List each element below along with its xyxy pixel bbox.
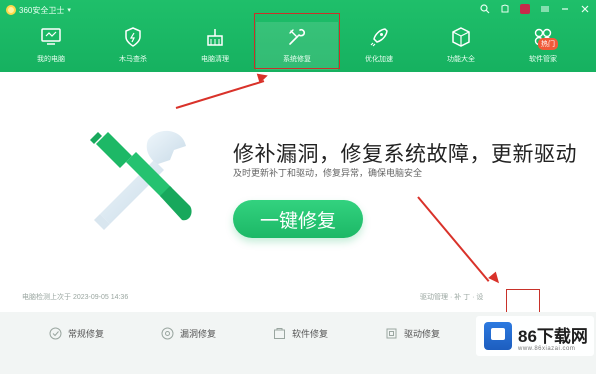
skin-icon[interactable] bbox=[498, 2, 512, 16]
hero-subtitle: 及时更新补丁和驱动，修复异常，确保电脑安全 bbox=[233, 168, 423, 178]
category-software-repair[interactable]: 软件修复 bbox=[272, 326, 328, 340]
shield-icon bbox=[122, 26, 144, 48]
annotation-arrow bbox=[175, 80, 265, 109]
one-click-repair-button[interactable]: 一键修复 bbox=[233, 200, 363, 238]
watermark-text: 86下载网 bbox=[518, 326, 588, 346]
news-icon[interactable] bbox=[518, 2, 532, 16]
box-icon bbox=[450, 26, 472, 48]
tab-label: 我的电脑 bbox=[37, 56, 65, 63]
close-icon[interactable] bbox=[578, 2, 592, 16]
annotation-arrow bbox=[417, 196, 490, 282]
hot-badge: 热门 bbox=[538, 38, 558, 50]
check-circle-icon bbox=[48, 326, 62, 340]
tab-speedup[interactable]: 优化加速 bbox=[338, 22, 420, 70]
package-icon bbox=[272, 326, 286, 340]
last-scan-text: 电脑检测上次于 2023-09-05 14:36 bbox=[22, 294, 129, 301]
app-window: 360安全卫士 ▾ 我的电脑 木马查杀 电脑清理 系统修复 优化加速 功能大全 … bbox=[0, 0, 596, 374]
tab-label: 功能大全 bbox=[447, 56, 475, 63]
tab-label: 优化加速 bbox=[365, 56, 393, 63]
tab-label: 电脑清理 bbox=[201, 56, 229, 63]
minimize-icon[interactable] bbox=[558, 2, 572, 16]
tab-my-computer[interactable]: 我的电脑 bbox=[10, 22, 92, 70]
app-title-text: 360安全卫士 bbox=[19, 5, 65, 15]
repair-tools-illustration bbox=[86, 118, 198, 236]
title-chevron-icon[interactable]: ▾ bbox=[67, 6, 71, 14]
category-label: 常规修复 bbox=[68, 328, 105, 339]
tab-label: 木马查杀 bbox=[119, 56, 147, 63]
rocket-icon bbox=[368, 26, 390, 48]
hero-title: 修补漏洞，修复系统故障，更新驱动 bbox=[233, 143, 577, 166]
app-title: 360安全卫士 ▾ bbox=[6, 3, 71, 17]
search-icon[interactable] bbox=[478, 2, 492, 16]
tab-cleanup[interactable]: 电脑清理 bbox=[174, 22, 256, 70]
annotation-arrowhead bbox=[256, 70, 270, 84]
category-vulnerability-repair[interactable]: 漏洞修复 bbox=[160, 326, 216, 340]
category-label: 软件修复 bbox=[292, 328, 329, 339]
category-label: 驱动修复 bbox=[404, 328, 441, 339]
monitor-icon bbox=[40, 26, 62, 48]
app-logo-icon bbox=[6, 5, 16, 15]
annotation-arrowhead bbox=[488, 271, 503, 287]
chip-icon bbox=[384, 326, 398, 340]
site-watermark: 86下载网 www.86xiazai.com bbox=[476, 316, 594, 356]
bug-icon bbox=[160, 326, 174, 340]
category-label: 漏洞修复 bbox=[180, 328, 217, 339]
category-driver-repair[interactable]: 驱动修复 bbox=[384, 326, 440, 340]
tab-virus-scan[interactable]: 木马查杀 bbox=[92, 22, 174, 70]
settings-links[interactable]: 驱动管理 · 补 丁 · 设 bbox=[420, 292, 483, 302]
category-general-repair[interactable]: 常规修复 bbox=[48, 326, 104, 340]
annotation-box bbox=[254, 13, 340, 69]
tab-features[interactable]: 功能大全 bbox=[420, 22, 502, 70]
watermark-subtext: www.86xiazai.com bbox=[518, 346, 576, 352]
tab-label: 软件管家 bbox=[529, 56, 557, 63]
annotation-box bbox=[506, 289, 540, 313]
window-controls bbox=[478, 2, 592, 16]
menu-icon[interactable] bbox=[538, 2, 552, 16]
broom-icon bbox=[204, 26, 226, 48]
watermark-logo-icon bbox=[484, 322, 512, 350]
